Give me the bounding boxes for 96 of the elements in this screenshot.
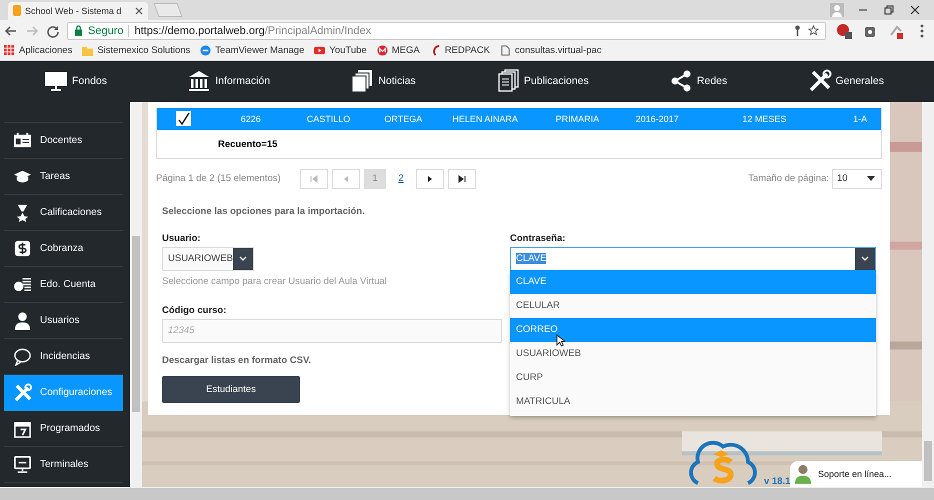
chevron-icon — [861, 256, 869, 262]
table-cell: PRIMARIA — [556, 114, 600, 124]
select-field[interactable]: USUARIOWEB — [162, 246, 254, 271]
user-icon — [13, 310, 32, 330]
bookmark-item[interactable]: Aplicaciones — [4, 45, 72, 56]
bookmark-item[interactable]: REDPACK — [430, 45, 490, 56]
monitor-icon — [13, 454, 32, 474]
sidebar-item[interactable]: Cobranza — [4, 230, 123, 267]
chevron-icon — [238, 256, 247, 262]
checkmark-icon — [176, 112, 191, 126]
building-icon — [187, 69, 212, 94]
dropdown-option[interactable]: CURP — [510, 366, 876, 390]
sidebar-item[interactable]: Calificaciones — [4, 194, 123, 231]
apps-grid-icon — [4, 45, 15, 56]
table-cell: 12 MESES — [742, 114, 786, 124]
table-cell: 6226 — [240, 114, 261, 124]
restore-icon[interactable] — [882, 2, 896, 17]
table-cell: ORTEGA — [384, 114, 422, 124]
s-logo-icon — [13, 5, 21, 16]
address-field[interactable]: Seguro https://demo.portalweb.org/PrincipalAdmin/Index — [67, 22, 826, 40]
browser-tab[interactable]: School Web - Sistema d — [8, 2, 148, 20]
table-cell: 1-A — [853, 114, 868, 124]
extension-icon[interactable] — [888, 22, 904, 39]
star-icon[interactable] — [808, 25, 819, 36]
caret-icon — [867, 176, 875, 182]
extension-icon[interactable] — [836, 22, 852, 39]
dropdown-option[interactable]: CELULAR — [510, 294, 876, 318]
sidebar-item[interactable]: Usuarios — [4, 302, 123, 339]
scrollbar[interactable] — [0, 487, 934, 500]
m-logo-icon — [376, 45, 388, 56]
sidebar-item[interactable]: Programados — [4, 410, 123, 447]
table-cell: 2016-2017 — [636, 114, 679, 124]
close-icon[interactable] — [908, 2, 922, 17]
tools-icon — [13, 382, 32, 402]
nav-link[interactable]: Redes — [668, 69, 728, 94]
bookmark-item[interactable]: MEGA — [376, 45, 420, 56]
nav-link[interactable]: Fondos — [44, 69, 108, 94]
field-label: Código curso: — [162, 304, 226, 316]
next-page-button[interactable] — [416, 168, 444, 189]
documents-icon — [496, 69, 520, 94]
table-cell: HELEN AINARA — [452, 114, 518, 124]
page-size-label: Tamaño de página: — [748, 173, 829, 184]
sidebar-item[interactable]: Docentes — [4, 122, 123, 159]
sidebar-item[interactable]: Tareas — [4, 158, 123, 195]
sidebar-item[interactable]: Terminales — [4, 446, 123, 483]
reload-icon[interactable] — [46, 24, 60, 38]
scrollbar[interactable] — [130, 102, 142, 488]
previous-icon — [342, 174, 350, 183]
field-label: Usuario: — [162, 232, 201, 244]
page-button[interactable]: 2 — [390, 168, 412, 189]
support-chat-button[interactable]: Soporte en línea... — [790, 461, 922, 488]
next-icon — [426, 174, 434, 183]
page-size-select[interactable]: 10 — [832, 168, 882, 189]
close-icon[interactable] — [135, 6, 143, 15]
last-icon — [458, 174, 466, 183]
share-icon — [668, 69, 693, 94]
lock-icon — [74, 25, 83, 36]
section-heading: Seleccione las opciones para la importación. — [162, 206, 366, 217]
scrollbar[interactable] — [922, 102, 934, 488]
bookmark-item[interactable]: consultas.virtual-pac — [500, 45, 602, 56]
pager-summary: Página 1 de 2 (15 elementos) — [156, 173, 282, 184]
section-heading: Descargar listas en formato CSV. — [162, 354, 312, 366]
nav-link[interactable]: Generales — [808, 69, 884, 94]
page-icon — [500, 45, 511, 56]
input-field[interactable]: 12345 — [162, 318, 502, 343]
cursor-icon — [556, 334, 565, 347]
key-icon[interactable] — [792, 25, 803, 36]
table-cell: CASTILLO — [306, 114, 350, 124]
checkbox[interactable] — [176, 111, 192, 126]
first-icon — [310, 174, 318, 183]
help-text: Seleccione campo para crear Usuario del Aula Virtual — [162, 276, 387, 287]
back-icon[interactable] — [4, 24, 18, 38]
nav-link[interactable]: Noticias — [350, 69, 416, 94]
version-label: v 18.1 — [764, 476, 790, 487]
pages-icon — [350, 69, 374, 94]
row-count: Recuento=15 — [217, 138, 278, 152]
nav-link[interactable]: Información — [187, 69, 270, 94]
sidebar-item[interactable]: Edo. Cuenta — [4, 266, 123, 303]
person-icon — [794, 464, 812, 484]
last-page-button[interactable] — [448, 168, 476, 189]
nav-link[interactable]: Publicaciones — [496, 69, 589, 94]
bookmark-item[interactable]: Sistemexico Solutions — [82, 45, 190, 56]
students-button[interactable]: Estudiantes — [162, 376, 300, 403]
circle-icon — [200, 45, 212, 56]
dropdown-option[interactable]: USUARIOWEB — [510, 342, 876, 366]
id-card-icon — [13, 130, 32, 150]
dollar-icon — [13, 238, 32, 258]
bookmark-item[interactable]: YouTube — [314, 45, 367, 56]
speech-bubble-icon — [13, 346, 32, 366]
monitor-icon — [44, 69, 68, 94]
bookmark-item[interactable]: TeamViewer Manage — [200, 45, 304, 56]
dropdown-option[interactable]: MATRICULA — [510, 390, 876, 414]
folder-icon — [82, 45, 94, 56]
tools-icon — [808, 69, 832, 94]
field-label: Contraseña: — [510, 232, 566, 244]
play-icon — [314, 45, 326, 56]
